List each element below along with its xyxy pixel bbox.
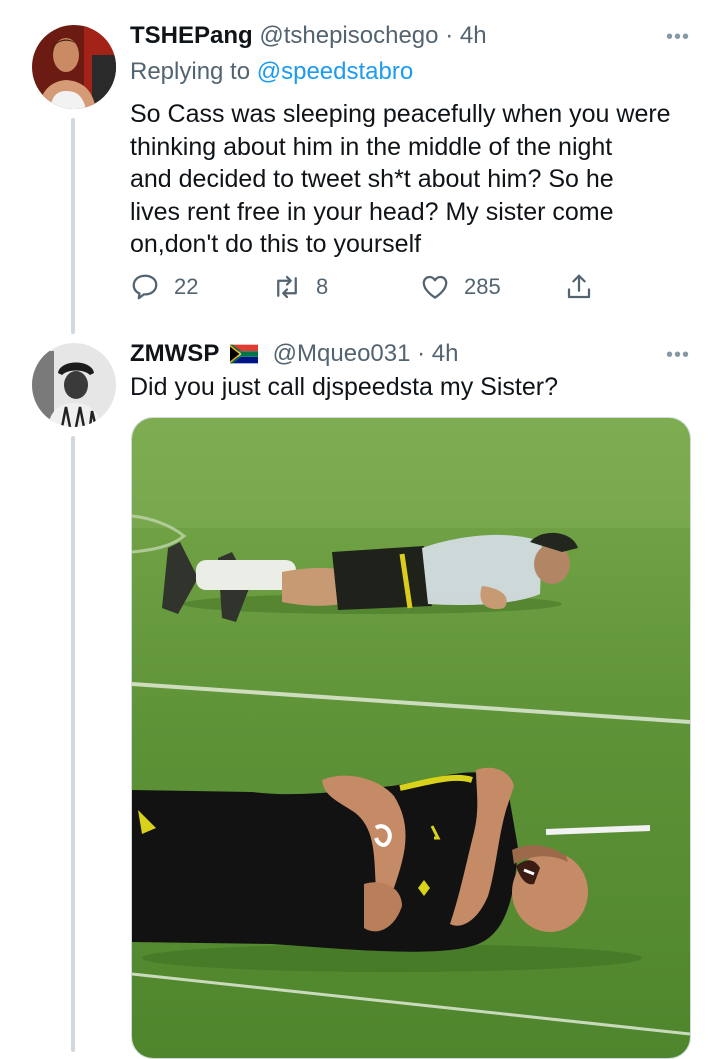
like-count: 285 [464,274,501,299]
replying-label: Replying to [130,58,251,85]
timestamp[interactable]: · 4h [445,22,486,49]
photo-football-players-on-pitch [132,418,690,1058]
tweet-text: So Cass was sleeping peacefully when you… [130,98,700,261]
reply-button[interactable]: 22 [130,270,198,304]
display-name[interactable]: TSHEPang [130,22,253,49]
user-handle[interactable]: @Mqueo031 [273,340,411,367]
tweet-text-line: So Cass was sleeping peacefully when you… [130,100,671,128]
user-handle[interactable]: @tshepisochego [259,22,438,49]
replying-to: Replying to @speedstabro [130,58,413,86]
more-icon[interactable]: ••• [666,344,690,367]
tweet-header: TSHEPang @tshepisochego · 4h [130,22,487,50]
more-icon[interactable]: ••• [666,26,690,49]
avatar[interactable] [32,343,116,427]
reply-icon [132,274,158,300]
display-name[interactable]: ZMWSP [130,340,219,367]
share-button[interactable] [564,270,594,304]
tweet-photo[interactable] [131,417,691,1059]
tweet-text-line: lives rent free in your head? My sister … [130,197,614,226]
avatar[interactable] [32,25,116,109]
like-button[interactable]: 285 [420,270,501,304]
reply-count: 22 [174,274,199,299]
thread-line-top [71,118,75,334]
tweet-text-line: and decided to tweet sh*t about him? So … [130,165,614,193]
timestamp[interactable]: · 4h [417,340,458,367]
retweet-icon [277,275,297,299]
like-icon [422,275,448,299]
tweet-text-line: on,don't do this to yourself [130,230,422,258]
action-bar: 22 8 285 [130,270,610,304]
tweet-text-line: thinking about him in the middle of the … [130,132,613,161]
tweet-text: Did you just call djspeedsta my Sister? [130,373,558,401]
thread-line-bottom [71,436,75,1052]
tweet-header: ZMWSP @Mqueo031 · 4h [130,340,459,368]
replying-to-link[interactable]: @speedstabro [257,58,413,85]
retweet-button[interactable]: 8 [272,270,328,304]
south-africa-flag-icon [230,344,258,364]
share-icon [567,274,591,299]
retweet-count: 8 [316,274,329,299]
